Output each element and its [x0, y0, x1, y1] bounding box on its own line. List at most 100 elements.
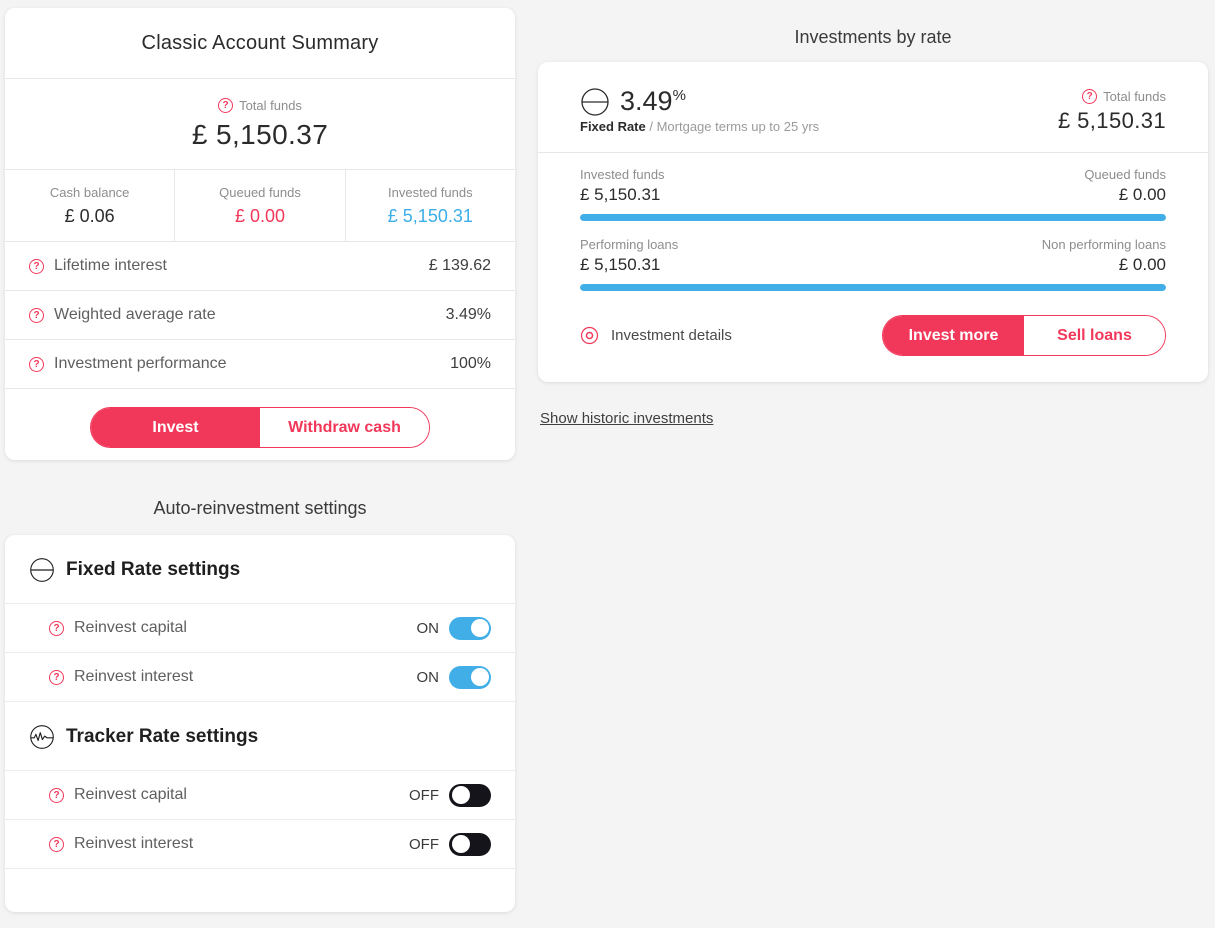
fixed-reinvest-capital-state: ON [416, 619, 440, 637]
investments-footer: Investment details Invest more Sell loan… [538, 297, 1208, 356]
investments-by-rate-heading: Investments by rate [794, 27, 952, 47]
tracker-reinvest-interest-toggle[interactable] [449, 832, 491, 856]
toggle-knob [470, 668, 489, 686]
weighted-average-rate-label: Weighted average rate [54, 306, 216, 323]
fixed-rate-settings-title: Fixed Rate settings [5, 535, 515, 603]
investment-performance-value: 100% [450, 355, 491, 372]
queued-funds-label: Queued funds [219, 184, 301, 200]
help-icon[interactable]: ? [49, 836, 64, 852]
invested-funds-bar-row: Invested funds Queued funds £ 5,150.31 £… [580, 167, 1166, 221]
rate-total-funds: ? Total funds £ 5,150.31 [1058, 86, 1166, 134]
invested-funds-progress-track [580, 214, 1166, 221]
rate-percentage: 3.49% [620, 86, 686, 117]
auto-reinvestment-heading: Auto-reinvestment settings [153, 498, 367, 518]
balance-columns: Cash balance £ 0.06 Queued funds £ 0.00 … [5, 169, 515, 241]
help-icon[interactable]: ? [29, 307, 44, 323]
total-funds-value: £ 5,150.31 [1058, 108, 1166, 133]
weighted-average-rate-value: 3.49% [445, 306, 491, 323]
weighted-average-rate-row: ? Weighted average rate 3.49% [5, 290, 515, 339]
help-icon[interactable]: ? [1082, 89, 1098, 104]
help-icon[interactable]: ? [218, 98, 234, 113]
toggle-knob [451, 835, 470, 853]
performing-loans-bar-row: Performing loans Non performing loans £ … [580, 237, 1166, 291]
lifetime-interest-label: Lifetime interest [54, 257, 167, 274]
rate-name: Fixed Rate [580, 119, 646, 134]
weighted-average-rate-label-group: ? Weighted average rate [29, 306, 216, 324]
tracker-reinvest-capital-state: OFF [409, 786, 439, 804]
toggle-knob [451, 786, 470, 804]
invested-bar-values: £ 5,150.31 £ 0.00 [580, 185, 1166, 205]
fixed-reinvest-capital-row: ? Reinvest capital ON [5, 603, 515, 652]
help-icon[interactable]: ? [49, 669, 64, 685]
queued-funds-value: £ 0.00 [1118, 185, 1166, 204]
performing-bar-values: £ 5,150.31 £ 0.00 [580, 255, 1166, 275]
lifetime-interest-label-group: ? Lifetime interest [29, 257, 167, 275]
withdraw-cash-button[interactable]: Withdraw cash [260, 408, 429, 447]
queued-funds-column: Queued funds £ 0.00 [174, 170, 344, 241]
invested-funds-value: £ 5,150.31 [580, 185, 661, 204]
fixed-reinvest-capital-toggle[interactable] [449, 616, 491, 640]
performing-loans-progress-fill [580, 284, 1166, 291]
total-funds-value: £ 5,150.37 [191, 119, 329, 150]
tracker-reinvest-interest-state: OFF [409, 835, 439, 853]
queued-funds-value: £ 0.00 [234, 205, 286, 226]
total-funds-label-row: ? Total funds [1082, 89, 1166, 104]
show-historic-investments-link[interactable]: Show historic investments [540, 410, 713, 427]
tracker-reinvest-interest-control: OFF [409, 832, 491, 856]
tracker-reinvest-capital-label-group: ? Reinvest capital [49, 786, 187, 804]
lifetime-interest-row: ? Lifetime interest £ 139.62 [5, 241, 515, 290]
tracker-rate-settings-label: Tracker Rate settings [66, 726, 259, 747]
fixed-reinvest-interest-toggle[interactable] [449, 665, 491, 689]
auto-reinvestment-settings-card: Fixed Rate settings ? Reinvest capital O… [5, 535, 515, 912]
lifetime-interest-value: £ 139.62 [428, 257, 491, 274]
queued-funds-label: Queued funds [1084, 167, 1166, 182]
performing-loans-value: £ 5,150.31 [580, 255, 661, 274]
tracker-reinvest-interest-label: Reinvest interest [74, 835, 194, 852]
investments-action-pill: Invest more Sell loans [882, 315, 1166, 356]
fixed-reinvest-interest-row: ? Reinvest interest ON [5, 652, 515, 701]
rate-unit: % [672, 87, 686, 104]
performing-loans-progress-track [580, 284, 1166, 291]
cash-balance-label: Cash balance [49, 184, 130, 200]
investment-details-link[interactable]: Investment details [580, 326, 732, 345]
rate-subtitle: Fixed Rate / Mortgage terms up to 25 yrs [580, 119, 819, 134]
invested-funds-label: Invested funds [388, 184, 473, 200]
dashboard-page: Classic Account Summary ? Total funds £ … [0, 0, 1215, 928]
invested-funds-column: Invested funds £ 5,150.31 [344, 170, 515, 241]
sell-loans-button[interactable]: Sell loans [1024, 316, 1165, 355]
total-funds-label-row: ? Total funds [218, 98, 302, 113]
summary-actions: Invest Withdraw cash [5, 389, 515, 448]
rate-terms: Mortgage terms up to 25 yrs [656, 119, 820, 134]
toggle-knob [470, 619, 489, 637]
rate-separator: / [645, 119, 657, 134]
tracker-reinvest-interest-label-group: ? Reinvest interest [49, 835, 193, 853]
help-icon[interactable]: ? [49, 620, 64, 636]
help-icon[interactable]: ? [29, 356, 44, 372]
invest-more-button[interactable]: Invest more [883, 316, 1024, 355]
non-performing-loans-value: £ 0.00 [1118, 255, 1166, 274]
invested-bar-labels: Invested funds Queued funds [580, 167, 1166, 182]
fixed-reinvest-interest-label: Reinvest interest [74, 668, 194, 685]
tracker-reinvest-interest-row: ? Reinvest interest OFF [5, 819, 515, 868]
tracker-reinvest-capital-toggle[interactable] [449, 783, 491, 807]
tracker-rate-settings-title: Tracker Rate settings [5, 702, 515, 770]
help-icon[interactable]: ? [49, 787, 64, 803]
investment-performance-row: ? Investment performance 100% [5, 339, 515, 388]
fixed-rate-settings-label: Fixed Rate settings [66, 559, 241, 580]
summary-card-title: Classic Account Summary [141, 32, 379, 54]
tracker-reinvest-capital-control: OFF [409, 783, 491, 807]
funds-bars: Invested funds Queued funds £ 5,150.31 £… [538, 153, 1208, 291]
cash-balance-column: Cash balance £ 0.06 [5, 170, 174, 241]
fixed-reinvest-capital-label-group: ? Reinvest capital [49, 619, 187, 637]
total-funds-label: Total funds [239, 98, 302, 113]
classic-account-summary-card: Classic Account Summary ? Total funds £ … [5, 8, 515, 460]
fixed-rate-icon [30, 558, 54, 582]
eye-icon [580, 326, 599, 345]
tracker-reinvest-capital-label: Reinvest capital [74, 786, 187, 803]
tracker-reinvest-capital-row: ? Reinvest capital OFF [5, 770, 515, 819]
invest-button[interactable]: Invest [91, 408, 260, 447]
summary-action-pill: Invest Withdraw cash [90, 407, 430, 448]
help-icon[interactable]: ? [29, 258, 44, 274]
rate-value: 3.49 [620, 86, 673, 116]
invested-funds-progress-fill [580, 214, 1166, 221]
